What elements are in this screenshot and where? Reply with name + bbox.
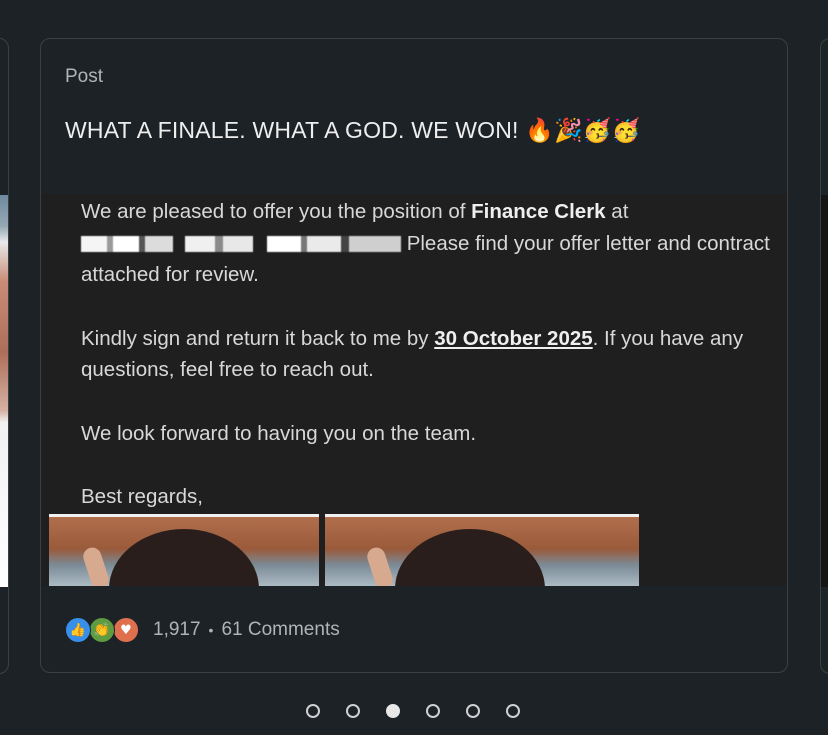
letter-text: We are pleased to offer you the position…	[81, 200, 472, 223]
reaction-count[interactable]: 1,917	[153, 619, 201, 641]
pagination-dot-3[interactable]	[386, 704, 400, 718]
pagination-dot-1[interactable]	[306, 704, 320, 718]
pagination-dot-6[interactable]	[506, 704, 520, 718]
comments-count-link[interactable]: 61 Comments	[221, 619, 339, 641]
clap-icon: 👏	[89, 617, 115, 643]
post-text[interactable]: WHAT A FINALE. WHAT A GOD. WE WON! 🔥🎉🥳🥳	[65, 117, 763, 144]
post-card[interactable]: Post WHAT A FINALE. WHAT A GOD. WE WON! …	[40, 38, 788, 673]
previous-card-image	[0, 195, 8, 587]
photo-thumbnail	[49, 514, 319, 586]
separator-dot: •	[208, 622, 214, 638]
social-counts[interactable]: 👍 👏 ♥ 1,917 • 61 Comments	[65, 615, 340, 645]
letter-signoff: Best regards,	[81, 485, 203, 508]
letter-paragraph-2: Kindly sign and return it back to me by …	[81, 323, 771, 386]
pagination-dot-4[interactable]	[426, 704, 440, 718]
reaction-icons[interactable]: 👍 👏 ♥	[65, 617, 145, 643]
letter-paragraph-3: We look forward to having you on the tea…	[81, 421, 477, 445]
post-emojis: 🔥🎉🥳🥳	[525, 118, 641, 144]
photo-thumbnail	[325, 514, 639, 586]
post-image[interactable]: We are pleased to offer you the position…	[41, 194, 787, 586]
letter-paragraph-1: We are pleased to offer you the position…	[81, 196, 771, 291]
carousel-pagination	[306, 704, 546, 718]
heart-icon: ♥	[113, 617, 139, 643]
person-photo	[109, 529, 259, 586]
next-card[interactable]	[820, 38, 828, 674]
previous-card[interactable]	[0, 38, 9, 674]
letter-deadline: 30 October 2025	[434, 326, 593, 350]
letter-text: at	[605, 200, 629, 223]
pagination-dot-5[interactable]	[466, 704, 480, 718]
redacted-company-name	[81, 236, 401, 253]
pagination-dot-2[interactable]	[346, 704, 360, 718]
like-icon: 👍	[65, 617, 91, 643]
hand-gesture	[80, 545, 112, 586]
hand-gesture	[364, 545, 396, 586]
next-card-image	[821, 195, 828, 587]
letter-text: Kindly sign and return it back to me by	[81, 326, 435, 350]
post-text-body: WHAT A FINALE. WHAT A GOD. WE WON!	[65, 117, 519, 143]
post-label: Post	[65, 66, 104, 87]
person-photo	[395, 529, 545, 586]
offer-letter-screenshot: We are pleased to offer you the position…	[81, 196, 771, 545]
letter-position: Finance Clerk	[471, 200, 606, 223]
